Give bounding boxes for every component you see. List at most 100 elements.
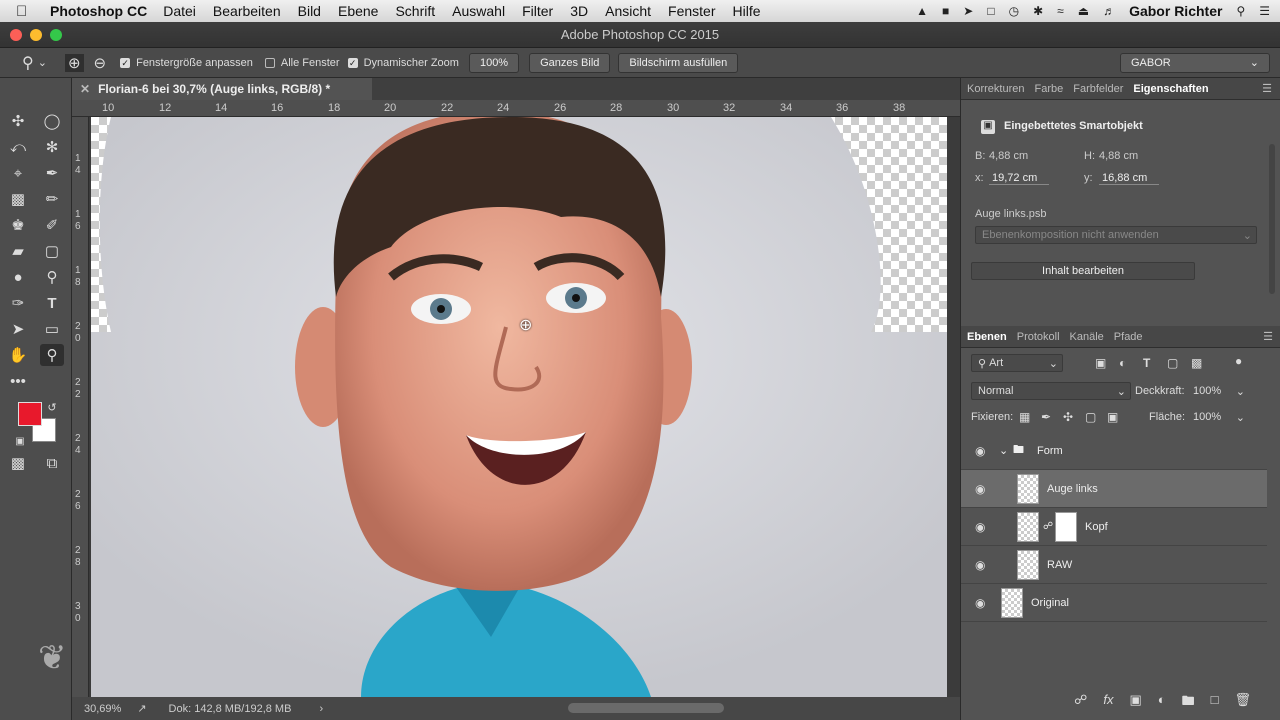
lock-all-icon[interactable]: ▣ (1107, 410, 1118, 424)
filter-shape-icon[interactable]: ▢ (1167, 356, 1178, 370)
zoom-tool-preset-icon[interactable]: ⚲ (22, 53, 34, 73)
filter-type-icon[interactable]: T (1143, 356, 1150, 370)
chevron-down-icon[interactable]: ⌄ (38, 56, 47, 69)
layer-filter-select[interactable]: ⚲ Art ⌄ (971, 354, 1063, 372)
more-tools-icon[interactable]: ••• (6, 370, 30, 392)
eraser-tool-icon[interactable]: ▰ (6, 240, 30, 262)
layer-name[interactable]: Original (1031, 597, 1069, 609)
visibility-eye-icon[interactable]: ◉ (975, 520, 985, 534)
filter-adjustment-icon[interactable]: ◐ (1119, 356, 1126, 370)
zoom-in-icon[interactable]: ⊕ (64, 53, 84, 72)
layer-row-original[interactable]: ◉ Original (961, 584, 1267, 622)
tab-korrekturen[interactable]: Korrekturen (967, 83, 1024, 95)
camera-icon[interactable]: ■ (942, 4, 949, 18)
chevron-down-icon[interactable]: ⌄ (999, 444, 1008, 457)
panel-menu-icon[interactable]: ☰ (1262, 82, 1272, 95)
y-value-field[interactable]: 16,88 cm (1099, 172, 1159, 185)
visibility-eye-icon[interactable]: ◉ (975, 596, 985, 610)
layer-row-raw[interactable]: ◉ RAW (961, 546, 1267, 584)
tab-kanaele[interactable]: Kanäle (1070, 331, 1104, 343)
close-icon[interactable]: ✕ (80, 82, 90, 96)
healing-brush-icon[interactable]: ▩ (6, 188, 30, 210)
home-icon[interactable]: ▲ (916, 4, 928, 18)
display-icon[interactable]: □ (987, 4, 994, 18)
menu-ebene[interactable]: Ebene (338, 3, 378, 19)
fill-field[interactable]: 100% ⌄ (1187, 408, 1249, 426)
menu-filter[interactable]: Filter (522, 3, 553, 19)
layer-row-auge-links[interactable]: ◉ Auge links (961, 470, 1267, 508)
type-tool-icon[interactable]: T (40, 292, 64, 314)
layer-name[interactable]: Form (1037, 445, 1063, 457)
document-tab[interactable]: ✕ Florian-6 bei 30,7% (Auge links, RGB/8… (72, 78, 372, 100)
default-colors-icon[interactable]: ▣ (8, 430, 32, 452)
lock-artboard-icon[interactable]: ▢ (1085, 410, 1096, 424)
gradient-tool-icon[interactable]: ▢ (40, 240, 64, 262)
user-name[interactable]: Gabor Richter (1129, 3, 1222, 19)
lock-position-icon[interactable]: ✣ (1063, 410, 1073, 424)
x-value-field[interactable]: 19,72 cm (989, 172, 1049, 185)
elliptical-marquee-icon[interactable]: ◯ (40, 110, 64, 132)
blur-tool-icon[interactable]: ● (6, 266, 30, 288)
move-tool-icon[interactable]: ✣ (6, 110, 30, 132)
path-selection-icon[interactable]: ➤ (6, 318, 30, 340)
menu-datei[interactable]: Datei (163, 3, 196, 19)
menu-ansicht[interactable]: Ansicht (605, 3, 651, 19)
all-windows-checkbox[interactable] (264, 57, 275, 68)
edit-contents-button[interactable]: Inhalt bearbeiten (971, 262, 1195, 280)
quick-selection-icon[interactable]: ✻ (40, 136, 64, 158)
crop-tool-icon[interactable]: ⌖ (6, 162, 30, 184)
filter-pixel-icon[interactable]: ▣ (1095, 356, 1106, 370)
apple-menu-icon[interactable]:  (16, 3, 32, 20)
layer-comp-select[interactable]: Ebenenkomposition nicht anwenden ⌄ (975, 226, 1257, 244)
zoom-window-button[interactable] (50, 29, 62, 41)
share-icon[interactable]: ↗ (137, 702, 146, 715)
width-value[interactable]: 4,88 cm (989, 150, 1028, 162)
lock-transparency-icon[interactable]: ▦ (1019, 410, 1030, 424)
new-layer-icon[interactable]: □ (1211, 692, 1219, 714)
zoom-out-icon[interactable]: ⊖ (94, 54, 107, 72)
notification-list-icon[interactable]: ☰ (1259, 4, 1270, 18)
visibility-eye-icon[interactable]: ◉ (975, 444, 985, 458)
filter-toggle-icon[interactable]: ● (1235, 354, 1242, 368)
menu-bild[interactable]: Bild (298, 3, 321, 19)
scrubby-zoom-checkbox[interactable]: ✓ (347, 57, 358, 68)
trash-icon[interactable]: 🗑 (1234, 692, 1251, 714)
send-icon[interactable]: ➤ (963, 4, 973, 18)
bluetooth-icon[interactable]: ✱ (1033, 4, 1043, 18)
eyedropper-icon[interactable]: ✒ (40, 162, 64, 184)
fill-screen-button[interactable]: Bildschirm ausfüllen (618, 52, 739, 73)
volume-icon[interactable]: ♬ (1103, 4, 1115, 18)
new-group-icon[interactable]: 🖿 (1182, 692, 1195, 714)
menu-hilfe[interactable]: Hilfe (733, 3, 761, 19)
height-value[interactable]: 4,88 cm (1099, 150, 1138, 162)
visibility-eye-icon[interactable]: ◉ (975, 482, 985, 496)
dodge-tool-icon[interactable]: ⚲ (40, 266, 64, 288)
wifi-icon[interactable]: ≈ (1057, 4, 1064, 18)
horizontal-scrollbar[interactable] (568, 703, 724, 713)
layer-style-fx-icon[interactable]: fx (1103, 692, 1113, 714)
app-menu[interactable]: Photoshop CC (50, 3, 147, 19)
layer-row-form[interactable]: ◉ ⌄ 🖿 Form (961, 432, 1267, 470)
layer-name[interactable]: Kopf (1085, 521, 1108, 533)
tab-ebenen[interactable]: Ebenen (967, 331, 1007, 343)
menu-bearbeiten[interactable]: Bearbeiten (213, 3, 281, 19)
layer-name[interactable]: Auge links (1047, 483, 1098, 495)
fit-window-checkbox[interactable]: ✓ (120, 57, 131, 68)
layer-name[interactable]: RAW (1047, 559, 1072, 571)
layer-mask-thumbnail[interactable] (1055, 512, 1077, 542)
lasso-tool-icon[interactable]: ⤺ (6, 136, 30, 158)
add-mask-icon[interactable]: ▣ (1129, 692, 1141, 714)
chain-link-icon[interactable]: ☍ (1043, 521, 1053, 532)
time-machine-icon[interactable]: ◷ (1009, 4, 1019, 18)
lock-pixels-icon[interactable]: ✒ (1041, 410, 1051, 424)
quick-mask-icon[interactable]: ▩ (6, 452, 30, 474)
brush-tool-icon[interactable]: ✏ (40, 188, 64, 210)
workspace-select[interactable]: GABOR ⌄ (1120, 52, 1270, 73)
visibility-eye-icon[interactable]: ◉ (975, 558, 985, 572)
swap-colors-icon[interactable]: ↺ (40, 396, 64, 418)
rectangle-tool-icon[interactable]: ▭ (40, 318, 64, 340)
tab-farbfelder[interactable]: Farbfelder (1073, 83, 1123, 95)
spotlight-search-icon[interactable]: ⚲ (1236, 4, 1245, 18)
menu-3d[interactable]: 3D (570, 3, 588, 19)
tab-eigenschaften[interactable]: Eigenschaften (1133, 83, 1208, 95)
